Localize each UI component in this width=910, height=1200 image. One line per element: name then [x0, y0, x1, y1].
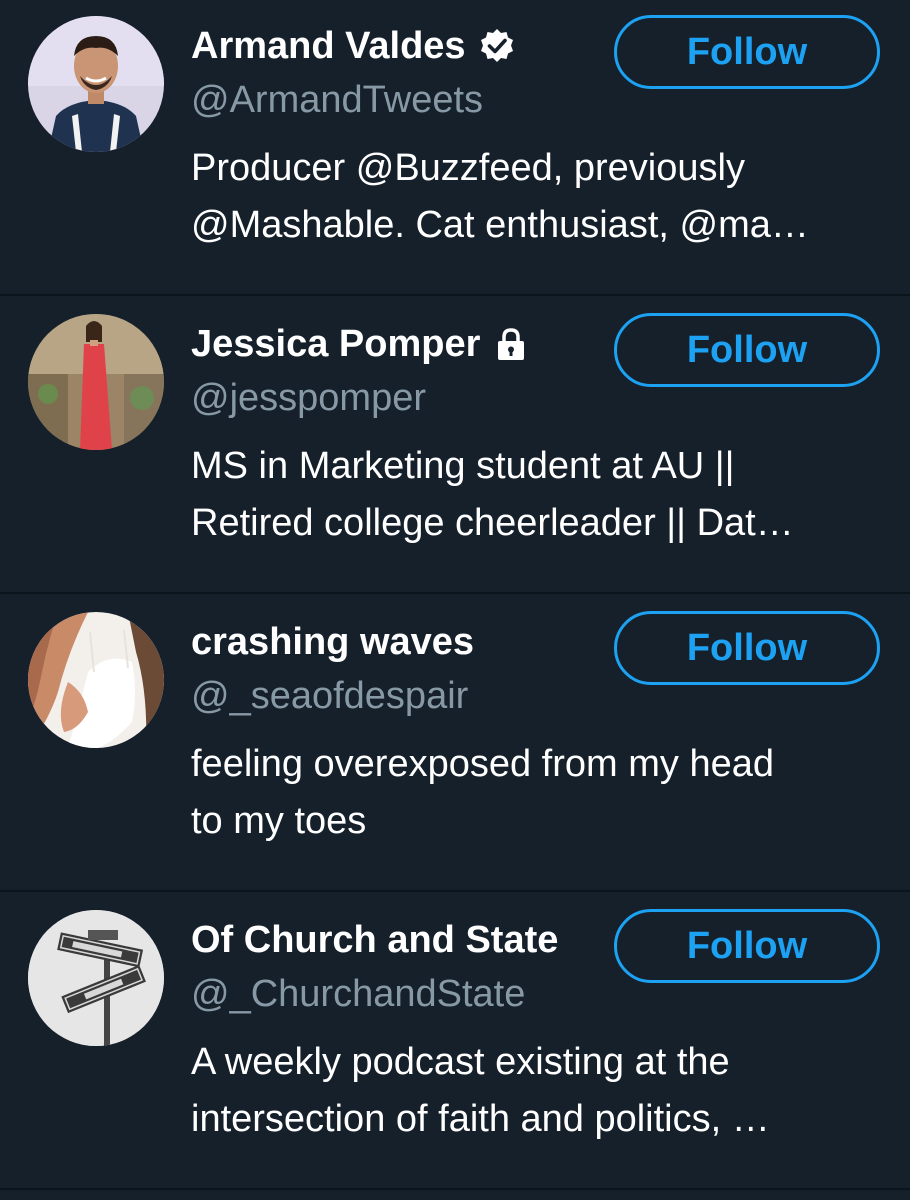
- bio-line: feeling overexposed from my head: [191, 743, 774, 785]
- name-line: Of Church and State: [191, 916, 558, 964]
- avatar[interactable]: [28, 16, 164, 152]
- bio-line: to my toes: [191, 800, 367, 842]
- follow-button[interactable]: Follow: [614, 909, 880, 983]
- display-name[interactable]: crashing waves: [191, 618, 474, 666]
- bio: feeling overexposed from my head to my t…: [191, 736, 881, 850]
- name-line: Armand Valdes: [191, 22, 516, 70]
- avatar[interactable]: [28, 314, 164, 450]
- handle[interactable]: @_ChurchandState: [191, 970, 525, 1018]
- bio-line: @Mashable. Cat enthusiast, @ma…: [191, 204, 809, 246]
- avatar-image: [28, 612, 164, 748]
- handle[interactable]: @jesspomper: [191, 374, 426, 422]
- handle[interactable]: @_seaofdespair: [191, 672, 468, 720]
- lock-icon: [492, 325, 530, 363]
- avatar-image: [28, 16, 164, 152]
- account-row-partial: [0, 1192, 910, 1200]
- bio: Producer @Buzzfeed, previously @Mashable…: [191, 140, 881, 254]
- bio: A weekly podcast existing at the interse…: [191, 1034, 881, 1148]
- bio-line: Retired college cheerleader || Dat…: [191, 502, 794, 544]
- follow-button[interactable]: Follow: [614, 611, 880, 685]
- avatar[interactable]: [28, 612, 164, 748]
- avatar-image: [28, 314, 164, 450]
- name-line: crashing waves: [191, 618, 474, 666]
- avatar[interactable]: [28, 910, 164, 1046]
- bio: MS in Marketing student at AU || Retired…: [191, 438, 881, 552]
- bio-line: A weekly podcast existing at the: [191, 1041, 730, 1083]
- follow-button[interactable]: Follow: [614, 15, 880, 89]
- bio-line: MS in Marketing student at AU ||: [191, 445, 735, 487]
- account-row[interactable]: Armand Valdes @ArmandTweets Producer @Bu…: [0, 0, 910, 296]
- display-name[interactable]: Of Church and State: [191, 916, 558, 964]
- account-row[interactable]: Of Church and State @_ChurchandState A w…: [0, 894, 910, 1190]
- bio-line: Producer @Buzzfeed, previously: [191, 147, 745, 189]
- bio-line: intersection of faith and politics, …: [191, 1098, 770, 1140]
- name-line: Jessica Pomper: [191, 320, 530, 368]
- display-name[interactable]: Armand Valdes: [191, 22, 466, 70]
- avatar-image: [28, 910, 164, 1046]
- account-row[interactable]: crashing waves @_seaofdespair feeling ov…: [0, 596, 910, 892]
- follow-button[interactable]: Follow: [614, 313, 880, 387]
- account-list: Armand Valdes @ArmandTweets Producer @Bu…: [0, 0, 910, 1200]
- account-row[interactable]: Jessica Pomper @jesspomper MS in Marketi…: [0, 298, 910, 594]
- display-name[interactable]: Jessica Pomper: [191, 320, 480, 368]
- verified-badge-icon: [478, 27, 516, 65]
- handle[interactable]: @ArmandTweets: [191, 76, 483, 124]
